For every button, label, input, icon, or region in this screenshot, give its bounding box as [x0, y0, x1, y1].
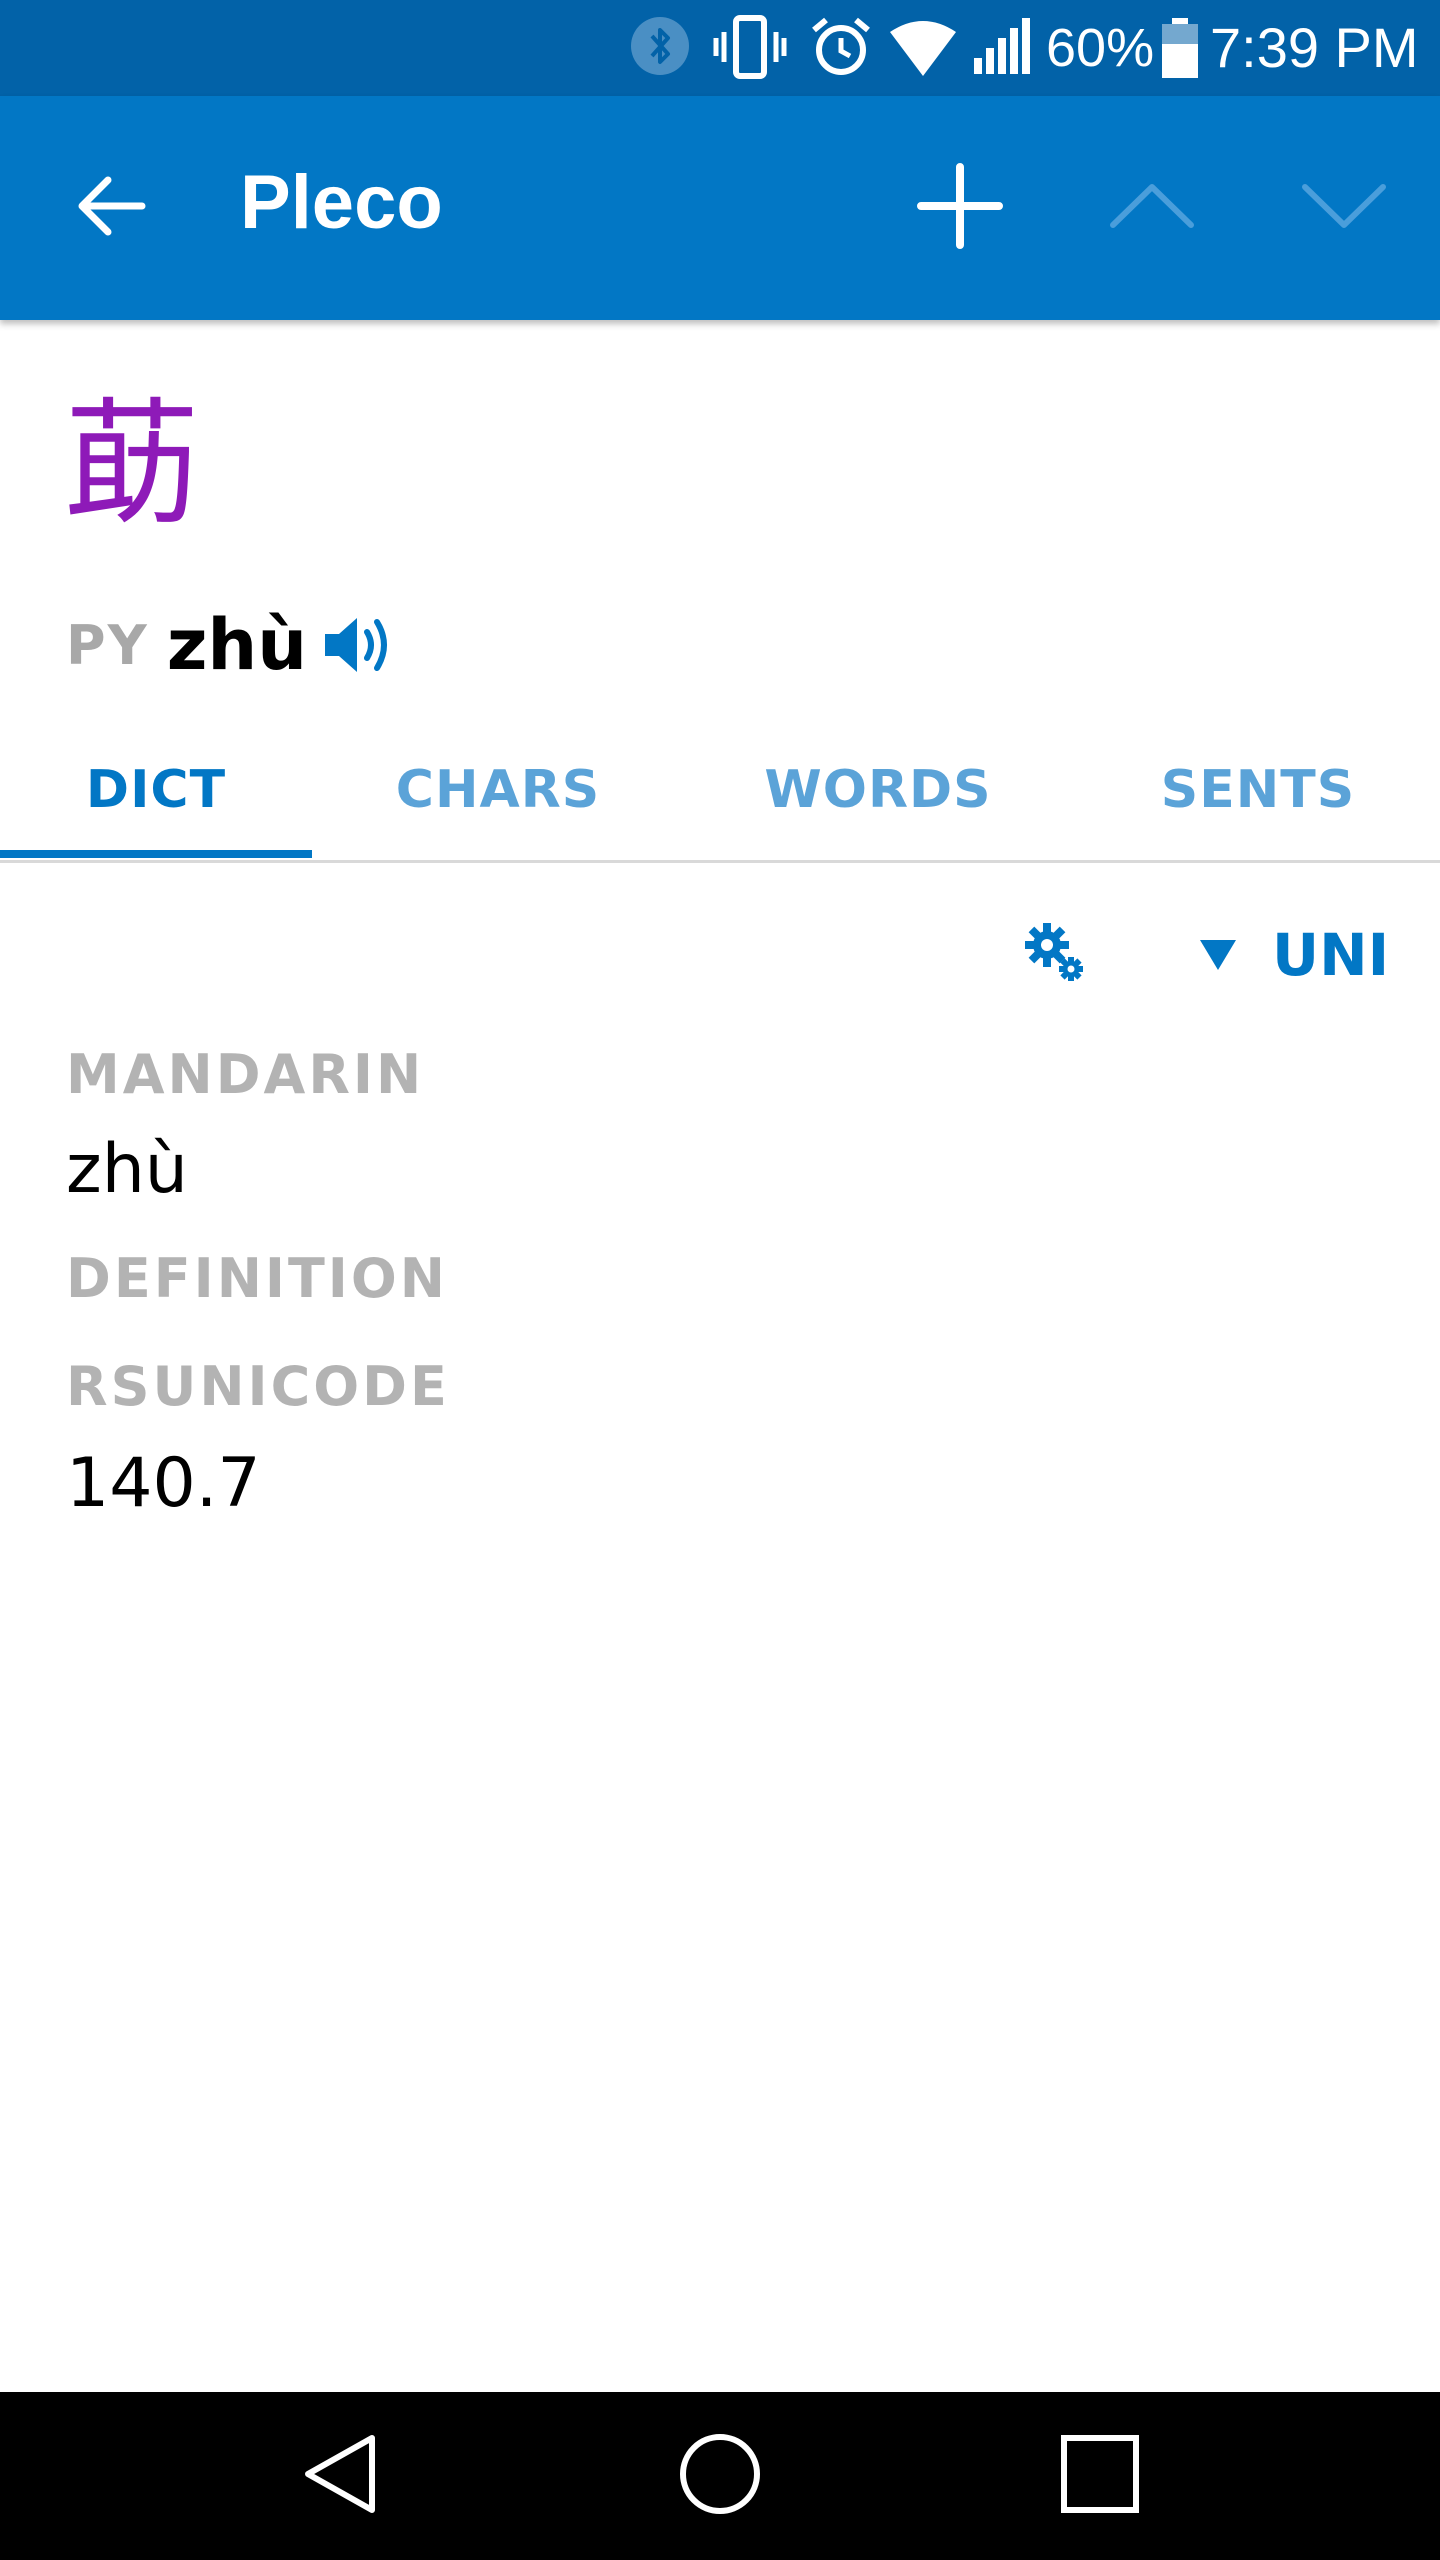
tab-words[interactable]: WORDS	[740, 720, 1016, 860]
status-bar: 60% 7:39 PM	[0, 0, 1440, 96]
arrow-left-icon	[76, 170, 148, 247]
app-title: Pleco	[240, 160, 443, 245]
bluetooth-icon	[630, 16, 690, 81]
alarm-icon	[808, 14, 874, 85]
chevron-down-icon	[1301, 181, 1387, 236]
system-nav-bar	[0, 2392, 1440, 2560]
triangle-down-icon	[1200, 940, 1236, 970]
pinyin-row: PY zhù	[66, 600, 401, 690]
pinyin-value: zhù	[166, 604, 308, 686]
tab-dict[interactable]: DICT	[0, 720, 312, 860]
tab-sents[interactable]: SENTS	[1120, 720, 1396, 860]
rsunicode-value: 140.7	[66, 1444, 261, 1523]
nav-home-button[interactable]	[640, 2406, 800, 2546]
dictionary-label: UNI	[1272, 921, 1390, 989]
tab-chars[interactable]: CHARS	[360, 720, 636, 860]
definition-label: DEFINITION	[66, 1247, 449, 1310]
battery-icon	[1160, 18, 1200, 83]
settings-button[interactable]	[1010, 910, 1100, 1000]
back-button[interactable]	[40, 136, 184, 280]
nav-back-button[interactable]	[260, 2406, 420, 2546]
nav-recents-button[interactable]	[1020, 2406, 1180, 2546]
rsunicode-label: RSUNICODE	[66, 1355, 450, 1418]
mandarin-value: zhù	[66, 1130, 188, 1209]
chevron-up-icon	[1109, 181, 1195, 236]
dictionary-selector[interactable]: UNI	[1200, 910, 1389, 1000]
wifi-icon	[888, 18, 958, 83]
pinyin-label: PY	[66, 613, 149, 677]
next-entry-button[interactable]	[1272, 136, 1416, 280]
battery-percent: 60%	[1046, 18, 1155, 78]
triangle-back-icon	[300, 2432, 380, 2521]
mandarin-label: MANDARIN	[66, 1043, 425, 1106]
gears-icon	[1023, 921, 1087, 990]
app-bar: Pleco	[0, 96, 1440, 320]
tab-bar: DICT CHARS WORDS SENTS	[0, 720, 1440, 863]
vibrate-icon	[712, 14, 788, 85]
signal-icon	[972, 16, 1032, 81]
previous-entry-button[interactable]	[1080, 136, 1224, 280]
headword-character: 莇	[64, 386, 200, 544]
square-recents-icon	[1060, 2434, 1140, 2519]
speaker-icon[interactable]	[321, 610, 401, 680]
add-button[interactable]	[888, 136, 1032, 280]
circle-home-icon	[678, 2432, 762, 2521]
clock: 7:39 PM	[1210, 16, 1419, 79]
active-tab-indicator	[0, 850, 312, 858]
plus-icon	[917, 162, 1003, 254]
